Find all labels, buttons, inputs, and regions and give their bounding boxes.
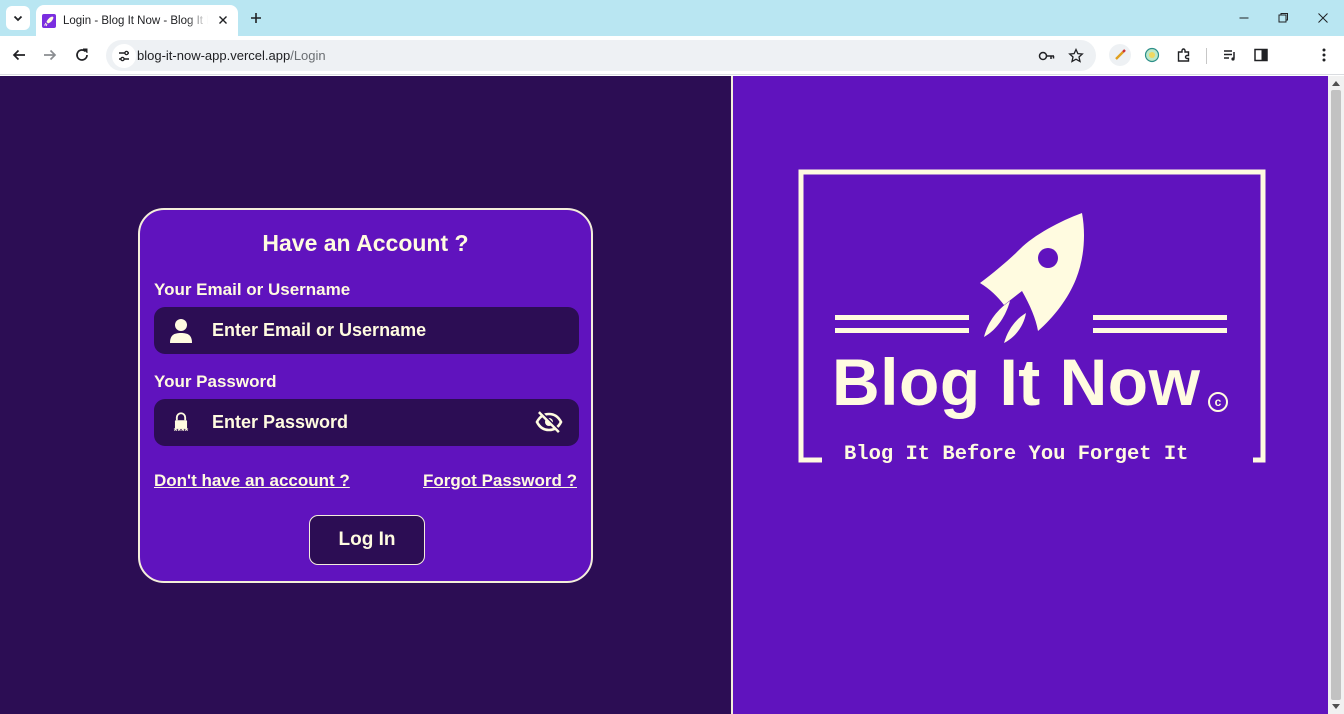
login-card: Have an Account ? Your Email or Username… xyxy=(138,208,593,583)
tab-search-button[interactable] xyxy=(6,6,30,30)
kebab-menu-icon xyxy=(1322,48,1326,62)
reload-button[interactable] xyxy=(71,44,93,66)
side-panel-button[interactable] xyxy=(1250,44,1272,66)
restore-icon xyxy=(1278,13,1288,23)
extensions-button[interactable] xyxy=(1173,44,1195,66)
toolbar-divider xyxy=(1206,48,1207,64)
login-pane: Have an Account ? Your Email or Username… xyxy=(0,76,732,714)
media-icon xyxy=(1224,50,1235,61)
password-input[interactable] xyxy=(212,399,522,446)
close-icon xyxy=(219,16,227,24)
address-bar[interactable]: blog-it-now-app.vercel.app/Login xyxy=(106,40,1096,71)
reload-icon xyxy=(76,48,88,61)
new-tab-button[interactable] xyxy=(246,8,266,28)
active-tab[interactable]: Login - Blog It Now - Blog It Before You… xyxy=(36,5,238,36)
lock-icon: **** xyxy=(168,409,194,437)
extension-globe-button[interactable] xyxy=(1141,44,1163,66)
brand-tagline: Blog It Before You Forget It xyxy=(844,443,1189,466)
plus-icon xyxy=(251,13,261,23)
browser-tab-bar: Login - Blog It Now - Blog It Before You… xyxy=(0,0,1344,36)
url-text[interactable]: blog-it-now-app.vercel.app/Login xyxy=(137,48,326,63)
signup-link[interactable]: Don't have an account ? xyxy=(154,471,350,491)
forward-button[interactable] xyxy=(39,44,61,66)
extension-icon xyxy=(1144,47,1160,63)
minimize-icon xyxy=(1239,17,1249,19)
page-scrollbar[interactable] xyxy=(1328,76,1344,714)
tab-close-button[interactable] xyxy=(216,13,230,27)
media-controls-button[interactable] xyxy=(1219,44,1241,66)
star-icon xyxy=(1068,48,1084,63)
url-host: blog-it-now-app.vercel.app xyxy=(137,48,291,63)
forgot-password-link[interactable]: Forgot Password ? xyxy=(423,471,577,491)
bookmark-button[interactable] xyxy=(1067,47,1085,65)
tab-title: Login - Blog It Now - Blog It Before You… xyxy=(63,14,208,27)
site-info-button[interactable] xyxy=(112,44,136,68)
back-arrow-icon xyxy=(12,49,25,61)
puzzle-icon xyxy=(1177,48,1190,62)
restore-button[interactable] xyxy=(1273,8,1293,28)
login-heading: Have an Account ? xyxy=(262,230,469,256)
key-icon xyxy=(1038,51,1055,61)
eye-slash-icon[interactable] xyxy=(534,409,564,435)
sidepanel-icon xyxy=(1254,48,1268,62)
scroll-thumb[interactable] xyxy=(1331,90,1341,700)
password-field-wrapper[interactable]: **** xyxy=(154,399,579,446)
password-key-button[interactable] xyxy=(1038,47,1056,65)
browser-toolbar: blog-it-now-app.vercel.app/Login xyxy=(0,36,1344,75)
email-field-wrapper[interactable] xyxy=(154,307,579,354)
login-button[interactable]: Log In xyxy=(309,515,425,565)
password-label: Your Password xyxy=(154,372,277,391)
close-window-button[interactable] xyxy=(1313,8,1333,28)
user-icon xyxy=(168,317,194,345)
email-input[interactable] xyxy=(212,307,522,354)
extension-icon xyxy=(1115,49,1126,60)
site-settings-icon xyxy=(119,50,129,62)
minimize-button[interactable] xyxy=(1234,8,1254,28)
close-icon xyxy=(1318,13,1328,23)
svg-text:****: **** xyxy=(174,426,189,435)
scroll-down-arrow[interactable] xyxy=(1332,704,1340,709)
extension-color-button[interactable] xyxy=(1109,44,1131,66)
copyright-mark: c xyxy=(1208,392,1228,412)
back-button[interactable] xyxy=(8,44,30,66)
url-path: /Login xyxy=(290,48,326,63)
email-label: Your Email or Username xyxy=(154,280,351,299)
rocket-favicon xyxy=(42,13,56,28)
chevron-down-icon xyxy=(13,15,23,22)
forward-arrow-icon xyxy=(44,49,57,61)
brand-name: Blog It Now xyxy=(832,345,1201,419)
browser-menu-button[interactable] xyxy=(1313,44,1335,66)
scroll-up-arrow[interactable] xyxy=(1332,81,1340,86)
